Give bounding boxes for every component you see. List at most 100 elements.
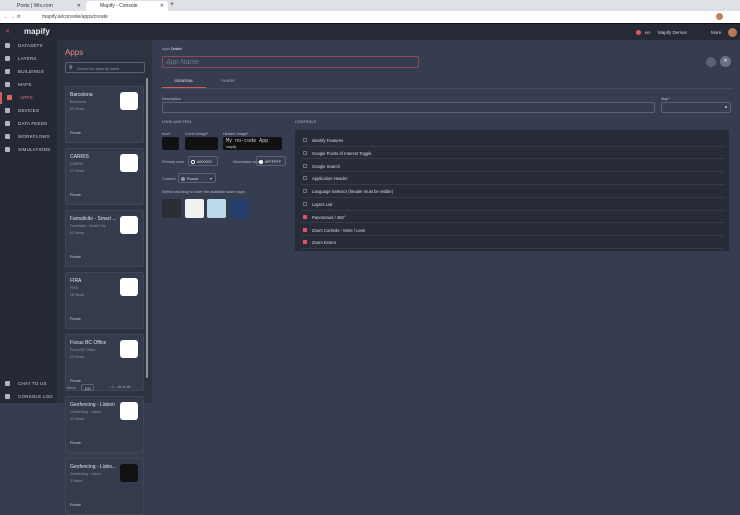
- color-swatch: [191, 159, 195, 164]
- app-card[interactable]: Barcelona Barcelona 40 Views Private: [65, 86, 144, 143]
- primary-color-picker[interactable]: #000000: [188, 156, 218, 166]
- privacy-label: Private: [70, 131, 81, 135]
- control-item[interactable]: Zoom Extent: [301, 236, 725, 249]
- control-item[interactable]: Google Search: [301, 160, 725, 173]
- divider: [162, 88, 732, 89]
- app-logo: [120, 154, 138, 172]
- feed-icon: [5, 121, 10, 126]
- org-selector[interactable]: Mapify Demos: [658, 30, 687, 35]
- color-swatch: [259, 159, 263, 164]
- profile-avatar[interactable]: [716, 13, 723, 20]
- database-icon: [5, 43, 10, 48]
- sidebar-item-devices[interactable]: DEVICES: [0, 105, 57, 117]
- apps-title: Apps: [65, 48, 84, 57]
- main-content: Apps Details App Name ✕ GENERAL SHARE De…: [152, 40, 740, 403]
- pagination[interactable]: ‹ 1 - 16 of 16 ›: [110, 385, 132, 389]
- save-button[interactable]: [706, 57, 716, 67]
- close-icon[interactable]: ✕: [160, 3, 164, 9]
- app-logo: [120, 216, 138, 234]
- sidebar-item-layers[interactable]: LAYERS: [0, 53, 57, 65]
- privacy-label: Private: [70, 441, 81, 445]
- chevron-down-icon: [725, 106, 727, 108]
- search-icon: ⚲: [69, 65, 73, 71]
- app-card[interactable]: Famalicão - Smart ... Famalicão - Smart …: [65, 210, 144, 267]
- checkbox[interactable]: [303, 227, 307, 232]
- close-icon[interactable]: ✕: [5, 28, 10, 35]
- chat-to-us[interactable]: CHAT TO US: [0, 378, 57, 390]
- nav-icons[interactable]: ← → ⟳: [4, 14, 21, 20]
- control-item[interactable]: Google Points of Interest Toggle: [301, 147, 725, 160]
- tab-general[interactable]: GENERAL: [162, 75, 206, 88]
- corners-select[interactable]: Round ▾: [178, 173, 216, 183]
- apps-icon: [7, 95, 12, 100]
- map-icon: [5, 82, 10, 87]
- avatar[interactable]: [728, 28, 737, 37]
- sidebar-item-datasets[interactable]: DATASETS: [0, 40, 57, 52]
- control-item[interactable]: Identify Features: [301, 134, 725, 147]
- close-button[interactable]: ✕: [720, 56, 731, 67]
- sidebar-item-workflows[interactable]: WORKFLOWS: [0, 131, 57, 143]
- scrollbar[interactable]: [146, 78, 148, 378]
- icon-upload[interactable]: [162, 137, 179, 150]
- app-card[interactable]: FIRA FIRA 28 Views Private: [65, 272, 144, 329]
- items-per-page[interactable]: 100: [81, 384, 94, 391]
- checkbox[interactable]: [303, 189, 307, 194]
- search-input[interactable]: ⚲ Search for apps by name: [65, 62, 145, 73]
- console-log[interactable]: CONSOLE LOG: [0, 391, 57, 403]
- app-logo: [120, 278, 138, 296]
- map-select[interactable]: [661, 102, 731, 113]
- checkbox[interactable]: [303, 240, 307, 245]
- app-card[interactable]: Focus BC Office Focus BC Office 23 Views…: [65, 334, 144, 391]
- device-icon: [5, 108, 10, 113]
- control-item[interactable]: Language Selector (header must be visibl…: [301, 185, 725, 198]
- basemap-streets[interactable]: [207, 199, 226, 218]
- tab-wix[interactable]: Posts | Wix.com ✕: [3, 1, 85, 11]
- control-item[interactable]: Panoramas / 360°: [301, 211, 725, 224]
- chevron-down-icon: ▾: [209, 175, 212, 181]
- checkbox[interactable]: [303, 176, 307, 181]
- sidebar-item-data-feeds[interactable]: DATA FEEDS: [0, 118, 57, 130]
- checkbox[interactable]: [303, 138, 307, 142]
- more-menu[interactable]: More: [711, 30, 721, 35]
- basemap-dark[interactable]: [162, 199, 181, 218]
- sidebar-item-maps[interactable]: MAPS: [0, 79, 57, 91]
- tab-share[interactable]: SHARE: [206, 75, 250, 88]
- app-logo: [120, 92, 138, 110]
- app-logo: [120, 464, 138, 482]
- checkbox[interactable]: [303, 214, 307, 219]
- privacy-label: Private: [70, 317, 81, 321]
- app-name-input[interactable]: App Name: [162, 56, 419, 68]
- description-input[interactable]: [162, 102, 655, 113]
- header-image-upload[interactable]: My no-code App mapify: [223, 137, 282, 150]
- url-field[interactable]: mapify.ai/console/apps/create: [42, 14, 108, 20]
- building-icon: [5, 69, 10, 74]
- control-item[interactable]: Application Header: [301, 172, 725, 185]
- language-selector[interactable]: en: [645, 30, 650, 35]
- basemap-light[interactable]: [185, 199, 204, 218]
- checkbox[interactable]: [303, 202, 307, 206]
- chat-icon: [5, 381, 10, 386]
- new-tab-icon[interactable]: +: [170, 1, 174, 8]
- sidebar-item-simulations[interactable]: SIMULATIONS: [0, 144, 57, 156]
- tab-mapify[interactable]: Mapify - Console ✕: [86, 1, 168, 11]
- control-item[interactable]: Zoom Controls - More / Less: [301, 224, 725, 237]
- sidebar-item-buildings[interactable]: BUILDINGS: [0, 66, 57, 78]
- layers-icon: [5, 56, 10, 61]
- secondary-color-picker[interactable]: #FFFFFF: [256, 156, 286, 166]
- checkbox[interactable]: [303, 150, 307, 155]
- logo: mapify: [24, 27, 50, 36]
- globe-icon[interactable]: [636, 30, 641, 35]
- log-icon: [5, 394, 10, 399]
- app-card[interactable]: Geofencing - Lisbon Geofencing - Lisbon …: [65, 396, 144, 453]
- app-card[interactable]: Geofencing - Lisbo... Geofencing - Lisbo…: [65, 458, 144, 515]
- close-icon[interactable]: ✕: [77, 3, 81, 9]
- sidebar: DATASETS LAYERS BUILDINGS MAPS APPS DEVI…: [0, 40, 57, 403]
- privacy-label: Private: [70, 379, 81, 383]
- control-item[interactable]: Layers List: [301, 198, 725, 211]
- browser-tabbar: Posts | Wix.com ✕ Mapify - Console ✕ +: [0, 0, 740, 11]
- app-card[interactable]: CARRIS CARRIS 17 Views Private: [65, 148, 144, 205]
- basemap-satellite[interactable]: [230, 199, 249, 218]
- sidebar-item-apps[interactable]: APPS: [0, 92, 57, 104]
- cover-image-upload[interactable]: [185, 137, 218, 150]
- checkbox[interactable]: [303, 163, 307, 168]
